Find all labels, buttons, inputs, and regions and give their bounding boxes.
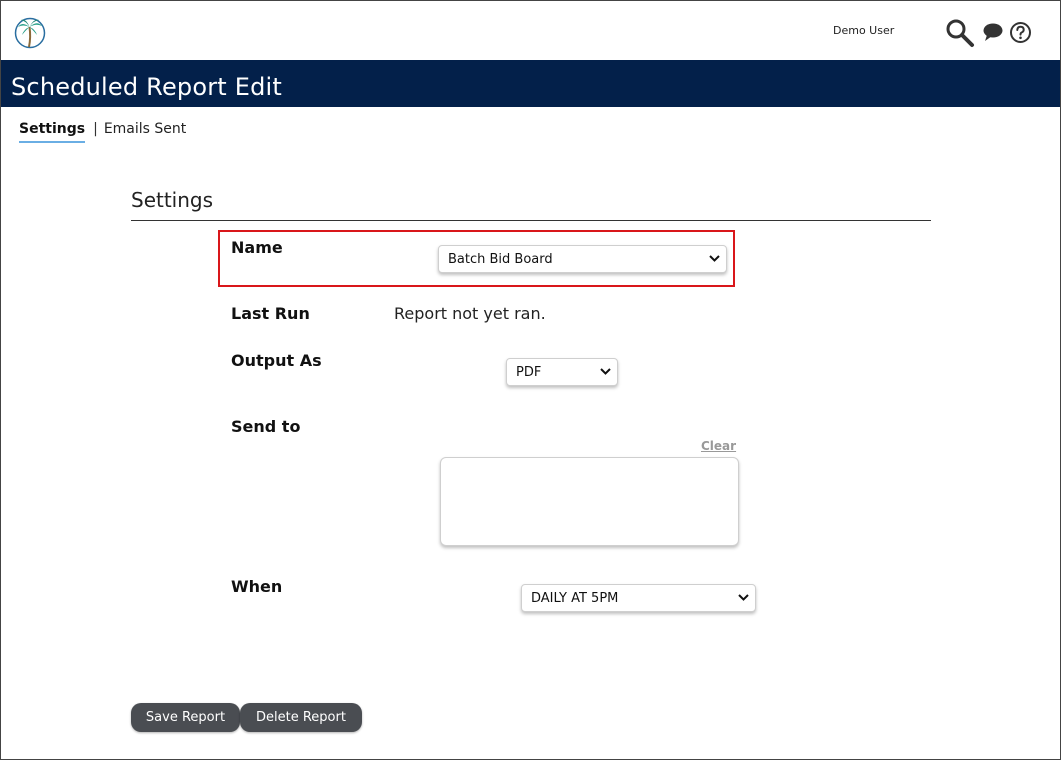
page-title: Scheduled Report Edit xyxy=(11,73,283,101)
sub-navigation: Settings | Emails Sent xyxy=(19,121,186,143)
send-to-textarea[interactable] xyxy=(440,457,739,546)
output-format-select[interactable]: PDF xyxy=(506,358,618,386)
output-as-label: Output As xyxy=(231,351,322,370)
last-run-label: Last Run xyxy=(231,304,310,323)
when-select-value: DAILY AT 5PM xyxy=(531,590,619,606)
name-select[interactable]: Batch Bid Board xyxy=(438,245,727,273)
palm-tree-logo-icon[interactable] xyxy=(14,15,46,49)
tab-separator: | xyxy=(93,121,98,137)
chevron-down-icon xyxy=(709,253,720,266)
chevron-down-icon xyxy=(738,592,749,605)
tab-emails-sent[interactable]: Emails Sent xyxy=(104,121,186,137)
page-title-bar: Scheduled Report Edit xyxy=(1,60,1060,107)
help-icon[interactable] xyxy=(1009,21,1031,43)
section-title: Settings xyxy=(131,188,214,212)
send-to-label: Send to xyxy=(231,417,301,436)
chevron-down-icon xyxy=(600,366,611,379)
chat-bubble-icon[interactable] xyxy=(982,22,1004,42)
when-select[interactable]: DAILY AT 5PM xyxy=(521,584,756,612)
output-format-value: PDF xyxy=(516,364,542,380)
save-report-button[interactable]: Save Report xyxy=(131,703,240,732)
search-icon[interactable] xyxy=(945,18,975,48)
section-divider xyxy=(131,220,931,221)
last-run-value: Report not yet ran. xyxy=(394,304,546,323)
user-name[interactable]: Demo User xyxy=(833,24,894,37)
name-select-value: Batch Bid Board xyxy=(448,251,553,267)
tab-settings[interactable]: Settings xyxy=(19,121,86,143)
top-bar: Demo User xyxy=(1,1,1060,59)
name-label: Name xyxy=(231,238,283,257)
delete-report-button[interactable]: Delete Report xyxy=(240,703,362,732)
when-label: When xyxy=(231,577,283,596)
clear-link[interactable]: Clear xyxy=(701,439,736,453)
